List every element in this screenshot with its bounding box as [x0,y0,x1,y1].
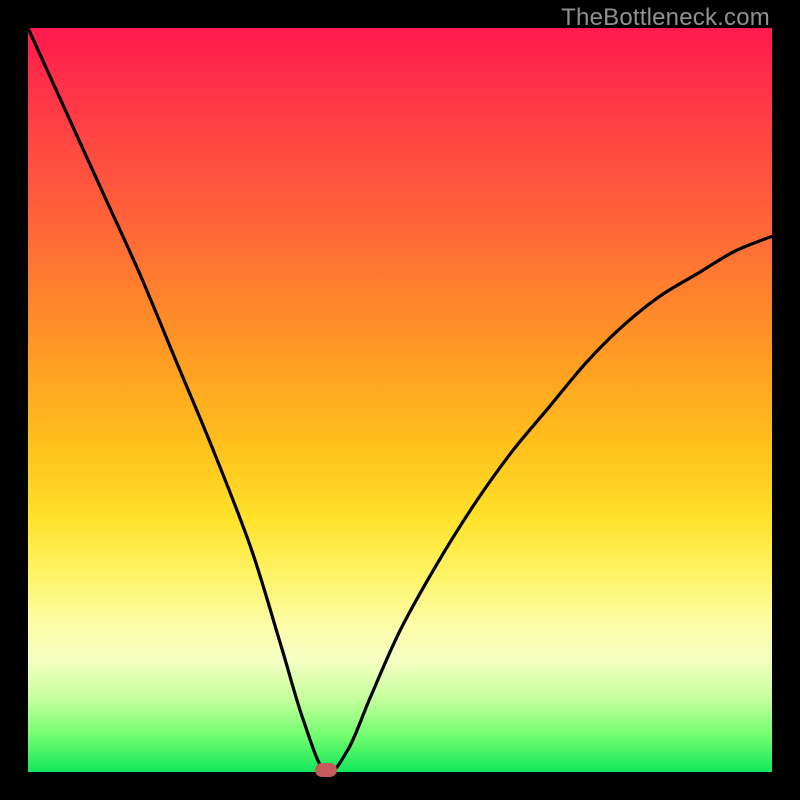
optimal-point-marker [315,763,337,777]
plot-area [28,28,772,772]
chart-frame: TheBottleneck.com [0,0,800,800]
bottleneck-curve [28,28,772,772]
